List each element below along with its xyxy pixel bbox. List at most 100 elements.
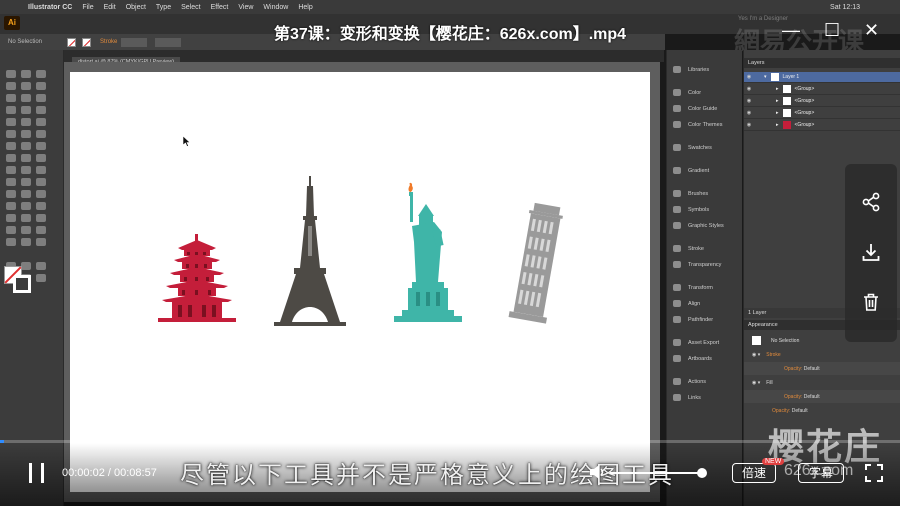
panel-item-color-themes[interactable]: Color Themes	[673, 121, 722, 128]
panel-item-gradient[interactable]: Gradient	[673, 167, 709, 174]
volume-slider[interactable]	[610, 472, 704, 474]
tool-icon[interactable]	[21, 190, 31, 198]
layer-row[interactable]: ◉ ▸ <Group>	[744, 108, 900, 119]
tool-icon[interactable]	[36, 118, 46, 126]
appearance-row[interactable]: Opacity: Default	[744, 390, 900, 403]
tool-icon[interactable]	[36, 154, 46, 162]
appearance-label[interactable]: Opacity:	[772, 408, 790, 414]
appearance-label[interactable]: Opacity:	[784, 366, 802, 372]
tool-icon[interactable]	[36, 262, 46, 270]
fill-stroke-widget[interactable]	[4, 266, 32, 294]
tool-icon[interactable]	[6, 82, 16, 90]
tool-icon[interactable]	[21, 118, 31, 126]
maximize-icon[interactable]: ☐	[824, 20, 840, 41]
appearance-row[interactable]: Opacity: Default	[744, 362, 900, 375]
tool-icon[interactable]	[6, 118, 16, 126]
panel-item-transform[interactable]: Transform	[673, 284, 713, 291]
tool-icon[interactable]	[6, 202, 16, 210]
appearance-label[interactable]: Stroke	[766, 352, 780, 358]
visibility-eye-icon[interactable]: ◉	[744, 98, 754, 104]
panel-item-transparency[interactable]: Transparency	[673, 261, 721, 268]
panel-item-symbols[interactable]: Symbols	[673, 206, 709, 213]
tool-icon[interactable]	[6, 178, 16, 186]
tool-icon[interactable]	[36, 238, 46, 246]
tool-icon[interactable]	[6, 94, 16, 102]
tool-icon[interactable]	[36, 166, 46, 174]
appearance-row[interactable]: ◉ ▾ Fill	[744, 376, 900, 389]
tool-icon[interactable]	[6, 214, 16, 222]
appearance-label[interactable]: Opacity:	[784, 394, 802, 400]
tool-icon[interactable]	[6, 154, 16, 162]
panel-item-asset-export[interactable]: Asset Export	[673, 339, 719, 346]
tool-icon[interactable]	[36, 178, 46, 186]
tool-icon[interactable]	[21, 214, 31, 222]
pause-button[interactable]	[26, 463, 48, 483]
tool-icon[interactable]	[21, 238, 31, 246]
visibility-eye-icon[interactable]: ◉	[744, 74, 754, 80]
appearance-row[interactable]: Opacity: Default	[744, 404, 900, 417]
tool-icon[interactable]	[6, 70, 16, 78]
tool-icon[interactable]	[36, 106, 46, 114]
layer-row[interactable]: ◉ ▸ <Group>	[744, 120, 900, 131]
tool-icon[interactable]	[21, 226, 31, 234]
panel-item-color[interactable]: Color	[673, 89, 701, 96]
fullscreen-icon[interactable]	[865, 464, 883, 482]
panel-item-color-guide[interactable]: Color Guide	[673, 105, 717, 112]
layers-panel-header[interactable]: Layers	[744, 58, 900, 68]
tool-icon[interactable]	[21, 166, 31, 174]
tool-icon[interactable]	[36, 202, 46, 210]
tool-icon[interactable]	[21, 142, 31, 150]
menu-effect[interactable]: Effect	[211, 4, 229, 11]
visibility-eye-icon[interactable]: ◉	[744, 86, 754, 92]
tool-icon[interactable]	[21, 94, 31, 102]
panel-item-links[interactable]: Links	[673, 394, 701, 401]
speed-button[interactable]: 倍速	[732, 463, 776, 483]
tool-icon[interactable]	[36, 82, 46, 90]
tool-icon[interactable]	[36, 130, 46, 138]
tool-icon[interactable]	[36, 142, 46, 150]
panel-item-pathfinder[interactable]: Pathfinder	[673, 316, 713, 323]
menu-edit[interactable]: Edit	[104, 4, 116, 11]
tool-icon[interactable]	[36, 214, 46, 222]
menu-window[interactable]: Window	[263, 4, 288, 11]
tool-icon[interactable]	[21, 154, 31, 162]
menu-help[interactable]: Help	[298, 4, 312, 11]
tool-icon[interactable]	[6, 238, 16, 246]
panel-item-graphic-styles[interactable]: Graphic Styles	[673, 222, 724, 229]
tool-icon[interactable]	[21, 202, 31, 210]
download-icon[interactable]	[861, 242, 881, 262]
tool-icon[interactable]	[6, 226, 16, 234]
visibility-eye-icon[interactable]: ◉	[744, 122, 754, 128]
panel-item-stroke[interactable]: Stroke	[673, 245, 704, 252]
panel-item-actions[interactable]: Actions	[673, 378, 706, 385]
share-icon[interactable]	[861, 192, 881, 212]
tool-icon[interactable]	[6, 190, 16, 198]
tool-icon[interactable]	[6, 142, 16, 150]
panel-item-swatches[interactable]: Swatches	[673, 144, 712, 151]
close-icon[interactable]: ✕	[864, 20, 879, 41]
layer-row[interactable]: ◉ ▸ <Group>	[744, 84, 900, 95]
tool-icon[interactable]	[6, 166, 16, 174]
menu-select[interactable]: Select	[181, 4, 200, 11]
volume-knob[interactable]	[697, 468, 707, 478]
visibility-eye-icon[interactable]: ◉	[744, 110, 754, 116]
tool-icon[interactable]	[21, 82, 31, 90]
tool-icon[interactable]	[21, 130, 31, 138]
trash-icon[interactable]	[861, 292, 881, 312]
tool-icon[interactable]	[36, 190, 46, 198]
tool-icon[interactable]	[36, 70, 46, 78]
layer-row[interactable]: ◉ ▾ Layer 1	[744, 72, 900, 83]
tool-icon[interactable]	[36, 94, 46, 102]
tool-icon[interactable]	[21, 178, 31, 186]
panel-item-brushes[interactable]: Brushes	[673, 190, 708, 197]
appearance-row[interactable]: ◉ ▾ Stroke	[744, 348, 900, 361]
panel-item-artboards[interactable]: Artboards	[673, 355, 712, 362]
minimize-icon[interactable]: —	[782, 20, 800, 41]
tool-icon[interactable]	[6, 130, 16, 138]
volume-icon[interactable]	[588, 463, 606, 481]
tool-icon[interactable]	[6, 106, 16, 114]
app-name[interactable]: Illustrator CC	[28, 4, 72, 11]
menu-file[interactable]: File	[82, 4, 93, 11]
menu-view[interactable]: View	[238, 4, 253, 11]
menu-object[interactable]: Object	[126, 4, 146, 11]
